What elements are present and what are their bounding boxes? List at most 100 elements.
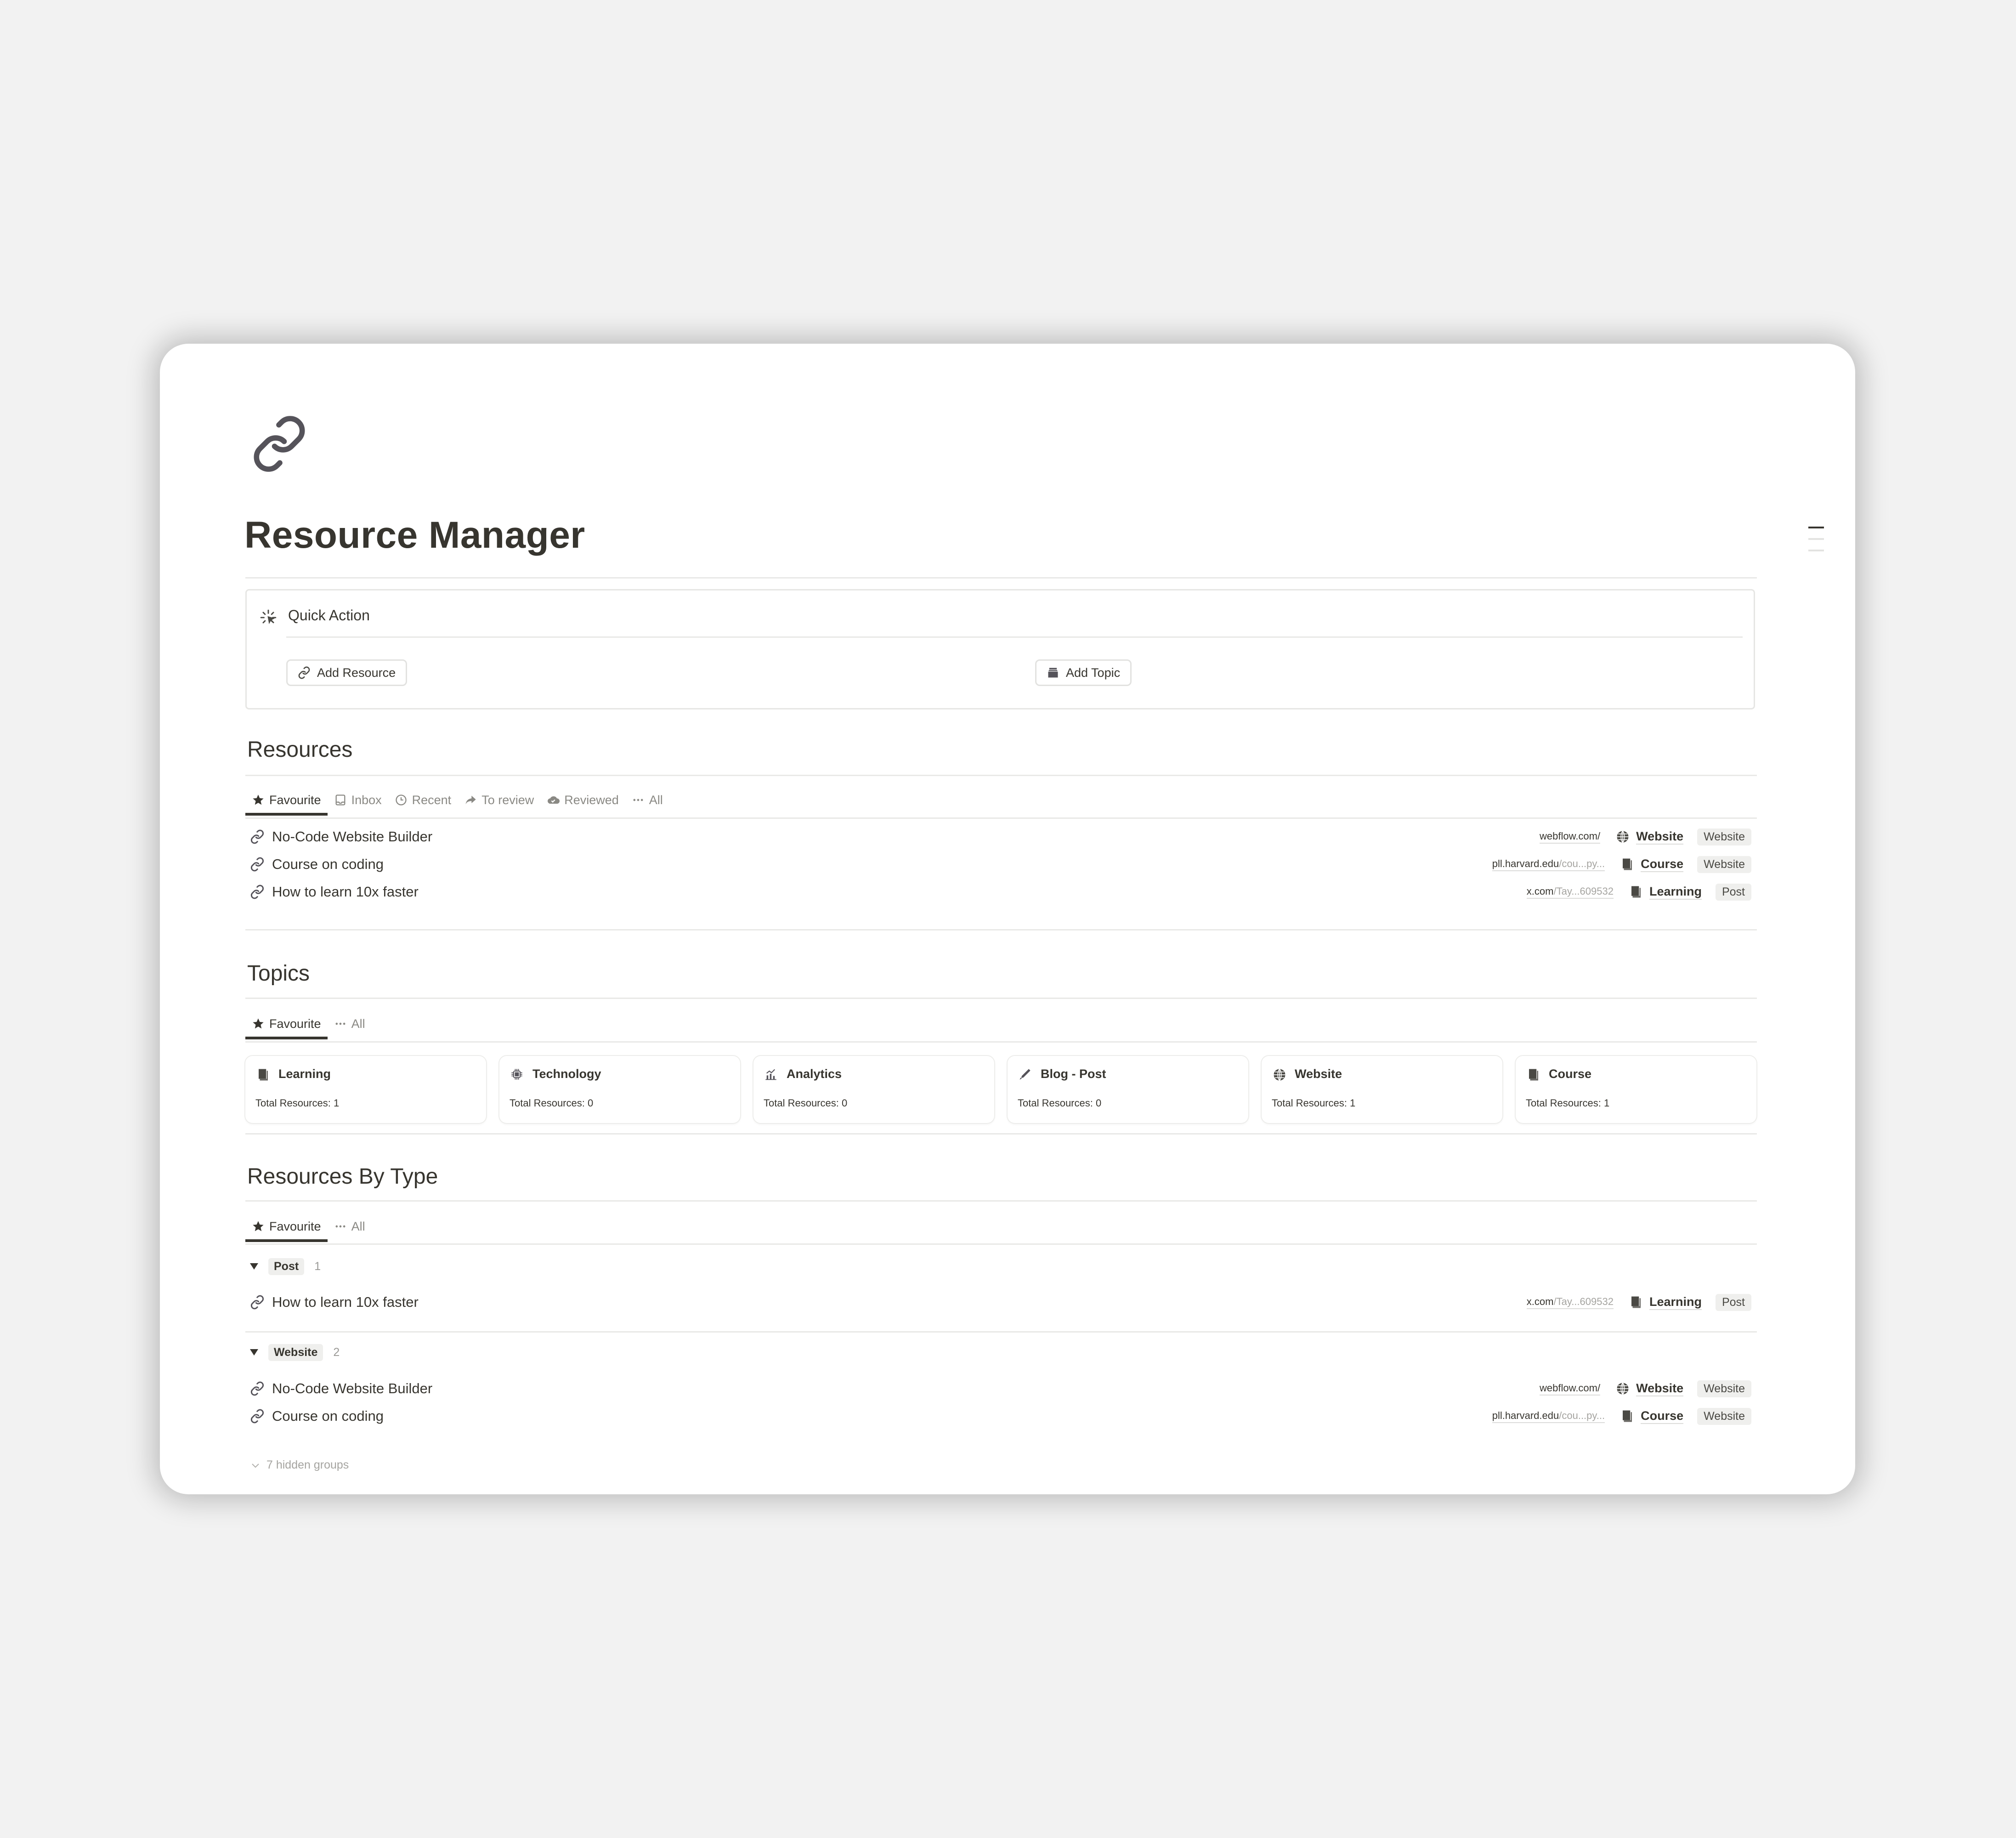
resource-url-link[interactable]: webflow.com/ [1540,1382,1601,1396]
topic-label: Course [1641,1408,1684,1424]
topic-card-total: Total Resources: 0 [510,1097,594,1109]
resource-row[interactable]: How to learn 10x faster x.com/Tay...60953… [245,1289,1757,1315]
resource-properties: pll.harvard.edu/cou...py... Course Website [1492,1407,1757,1425]
resource-row[interactable]: How to learn 10x faster x.com/Tay...60953… [245,879,1757,905]
table-of-contents[interactable] [1808,527,1824,561]
globe-icon [1616,830,1630,844]
tab-label: All [351,1016,365,1031]
resource-row[interactable]: Course on coding pll.harvard.edu/cou...py… [245,1403,1757,1429]
tab-label: Inbox [351,793,382,807]
toc-line[interactable] [1808,550,1824,551]
resource-name[interactable]: How to learn 10x faster [272,1294,419,1310]
resources-tab-to-review[interactable]: To review [458,786,540,814]
topic-relation-link[interactable]: Learning [1629,1294,1702,1310]
topic-card[interactable]: Learning Total Resources: 1 [245,1056,486,1123]
topic-card[interactable]: Course Total Resources: 1 [1516,1056,1756,1123]
toc-line[interactable] [1808,538,1824,540]
resource-url-link[interactable]: webflow.com/ [1540,830,1601,844]
group-count: 1 [314,1259,321,1273]
topic-card-title: Website [1295,1067,1342,1081]
topics-heading: Topics [247,961,310,986]
topic-relation-link[interactable]: Course [1620,1408,1684,1424]
topic-card[interactable]: Website Total Resources: 1 [1262,1056,1502,1123]
topic-card[interactable]: Blog - Post Total Resources: 0 [1008,1056,1248,1123]
resource-name[interactable]: No-Code Website Builder [272,1380,432,1397]
group-header-website[interactable]: Website 2 [250,1342,340,1362]
url-host: pll.harvard.edu [1492,1410,1559,1421]
resources-tab-recent[interactable]: Recent [388,786,458,814]
topic-card-total: Total Resources: 0 [1018,1097,1102,1109]
topic-relation-link[interactable]: Website [1616,1381,1684,1396]
by-type-heading-divider [245,1200,1757,1202]
book-icon [1620,857,1634,871]
resources-tabs: Favourite Inbox Recent To review Reviewed All [245,786,669,816]
link-icon [250,829,265,844]
add-topic-button[interactable]: Add Topic [1035,659,1132,686]
resource-name[interactable]: Course on coding [272,1408,384,1424]
add-resource-button[interactable]: Add Resource [286,659,408,686]
star-icon [252,1017,265,1030]
tab-label: All [649,793,663,807]
link-icon [250,885,265,899]
resource-url-link[interactable]: pll.harvard.edu/cou...py... [1492,1409,1605,1423]
resources-tab-reviewed[interactable]: Reviewed [540,786,625,814]
group-tag: Website [268,1344,323,1361]
tab-label: Favourite [269,1219,321,1233]
collapse-triangle-icon[interactable] [250,1263,258,1270]
topics-heading-divider [245,998,1757,999]
resources-tab-all[interactable]: All [625,786,669,814]
resource-name[interactable]: No-Code Website Builder [272,828,432,845]
url-path: /cou...py... [1559,1410,1605,1421]
topics-section-divider [245,1133,1757,1135]
link-icon [250,857,265,872]
star-icon [252,1220,265,1233]
resource-row[interactable]: Course on coding pll.harvard.edu/cou...py… [245,851,1757,877]
type-tag: Website [1697,1407,1751,1425]
topic-label: Website [1636,829,1684,845]
topic-card-total: Total Resources: 1 [255,1097,340,1109]
tab-label: All [351,1219,365,1233]
url-path: /Tay...609532 [1553,1296,1614,1307]
resource-row[interactable]: No-Code Website Builder webflow.com/Websi… [245,824,1757,850]
resource-url-link[interactable]: x.com/Tay...609532 [1526,1295,1614,1309]
topic-card-header: Technology [510,1067,601,1081]
topics-tab-favourite[interactable]: Favourite [245,1010,328,1039]
page-title: Resource Manager [244,514,585,556]
collapse-triangle-icon[interactable] [250,1349,258,1356]
by-type-tab-all[interactable]: All [328,1213,372,1240]
hidden-groups-toggle[interactable]: 7 hidden groups [250,1458,349,1472]
tab-label: Recent [412,793,452,807]
book-icon [256,1068,269,1081]
resources-tab-favourite[interactable]: Favourite [245,786,328,816]
title-divider [245,577,1757,579]
topic-card[interactable]: Technology Total Resources: 0 [499,1056,740,1123]
topic-label: Website [1636,1381,1684,1396]
resource-url-link[interactable]: pll.harvard.edu/cou...py... [1492,857,1605,871]
group-divider [245,1331,1757,1333]
by-type-tab-favourite[interactable]: Favourite [245,1213,328,1242]
quick-action-box: Quick Action Add Resource Add Topic [245,589,1755,709]
ellipsis-icon [632,794,645,806]
toc-line[interactable] [1808,527,1824,528]
page-link-icon[interactable] [250,415,308,473]
topic-card-header: Website [1273,1067,1342,1081]
resources-heading: Resources [247,737,353,762]
group-header-post[interactable]: Post 1 [250,1256,321,1276]
resource-name[interactable]: Course on coding [272,856,384,873]
topic-relation-link[interactable]: Learning [1629,884,1702,900]
topic-relation-link[interactable]: Website [1616,829,1684,845]
resource-url-link[interactable]: x.com/Tay...609532 [1526,885,1614,899]
topic-relation-link[interactable]: Course [1620,857,1684,872]
resources-section-divider [245,929,1757,930]
ellipsis-icon [334,1017,347,1030]
resources-heading-divider [245,775,1757,776]
topic-card[interactable]: Analytics Total Resources: 0 [753,1056,994,1123]
page-card: Resource Manager Quick Action Add Resour… [160,344,1855,1494]
resource-properties: webflow.com/Website Website [1540,1380,1757,1397]
resource-name[interactable]: How to learn 10x faster [272,884,419,900]
group-tag: Post [268,1258,305,1275]
resources-tab-inbox[interactable]: Inbox [328,786,388,814]
tab-label: Favourite [269,1016,321,1031]
topics-tab-all[interactable]: All [328,1010,372,1038]
resource-row[interactable]: No-Code Website Builder webflow.com/Websi… [245,1376,1757,1401]
